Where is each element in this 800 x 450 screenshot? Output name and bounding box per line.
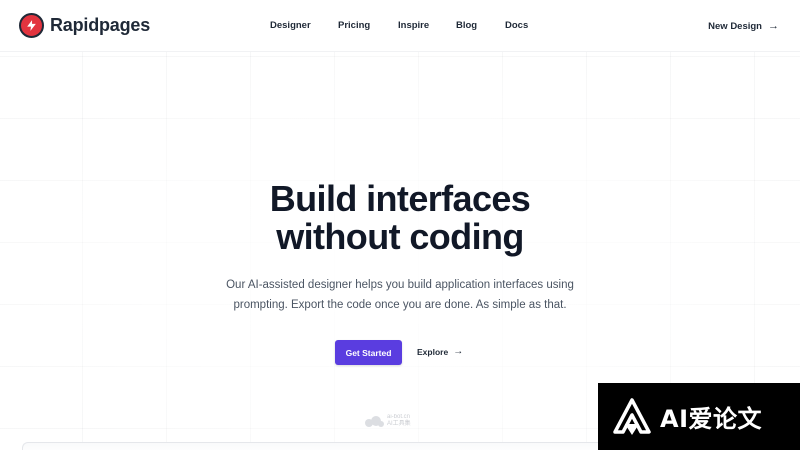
hero-subtitle-line-2: prompting. Export the code once you are … bbox=[233, 299, 567, 311]
hero-subtitle-line-1: Our AI-assisted designer helps you build… bbox=[226, 279, 574, 291]
new-design-label: New Design bbox=[708, 20, 762, 32]
top-navbar: Rapidpages Designer Pricing Inspire Blog… bbox=[0, 0, 800, 52]
nav-pricing[interactable]: Pricing bbox=[338, 20, 370, 31]
main-nav: Designer Pricing Inspire Blog Docs bbox=[0, 0, 800, 52]
get-started-button[interactable]: Get Started bbox=[335, 340, 402, 365]
nav-docs[interactable]: Docs bbox=[505, 20, 528, 31]
center-watermark-text: ai-bot.cn AI工具集 bbox=[387, 414, 411, 427]
arrow-right-icon: → bbox=[768, 20, 779, 32]
hero-subtitle: Our AI-assisted designer helps you build… bbox=[200, 275, 600, 315]
ai-badge-text: AI爱论文 bbox=[660, 405, 763, 433]
explore-label: Explore bbox=[417, 346, 449, 357]
new-design-link[interactable]: New Design → bbox=[708, 20, 779, 32]
ai-watermark-badge: AI爱论文 bbox=[598, 383, 800, 450]
preview-frame-edge bbox=[22, 442, 602, 450]
hero-title-line-2: without coding bbox=[276, 216, 524, 257]
nav-designer[interactable]: Designer bbox=[270, 20, 311, 31]
arrow-right-icon: → bbox=[453, 346, 464, 357]
nav-inspire[interactable]: Inspire bbox=[398, 20, 429, 31]
center-watermark: ai-bot.cn AI工具集 bbox=[364, 414, 411, 428]
explore-link[interactable]: Explore → bbox=[417, 346, 463, 357]
nav-blog[interactable]: Blog bbox=[456, 20, 477, 31]
ai-logo-icon bbox=[613, 397, 651, 435]
paw-icon bbox=[365, 416, 384, 427]
hero-title-line-1: Build interfaces bbox=[269, 178, 531, 219]
hero-title: Build interfaces without coding bbox=[0, 180, 800, 256]
